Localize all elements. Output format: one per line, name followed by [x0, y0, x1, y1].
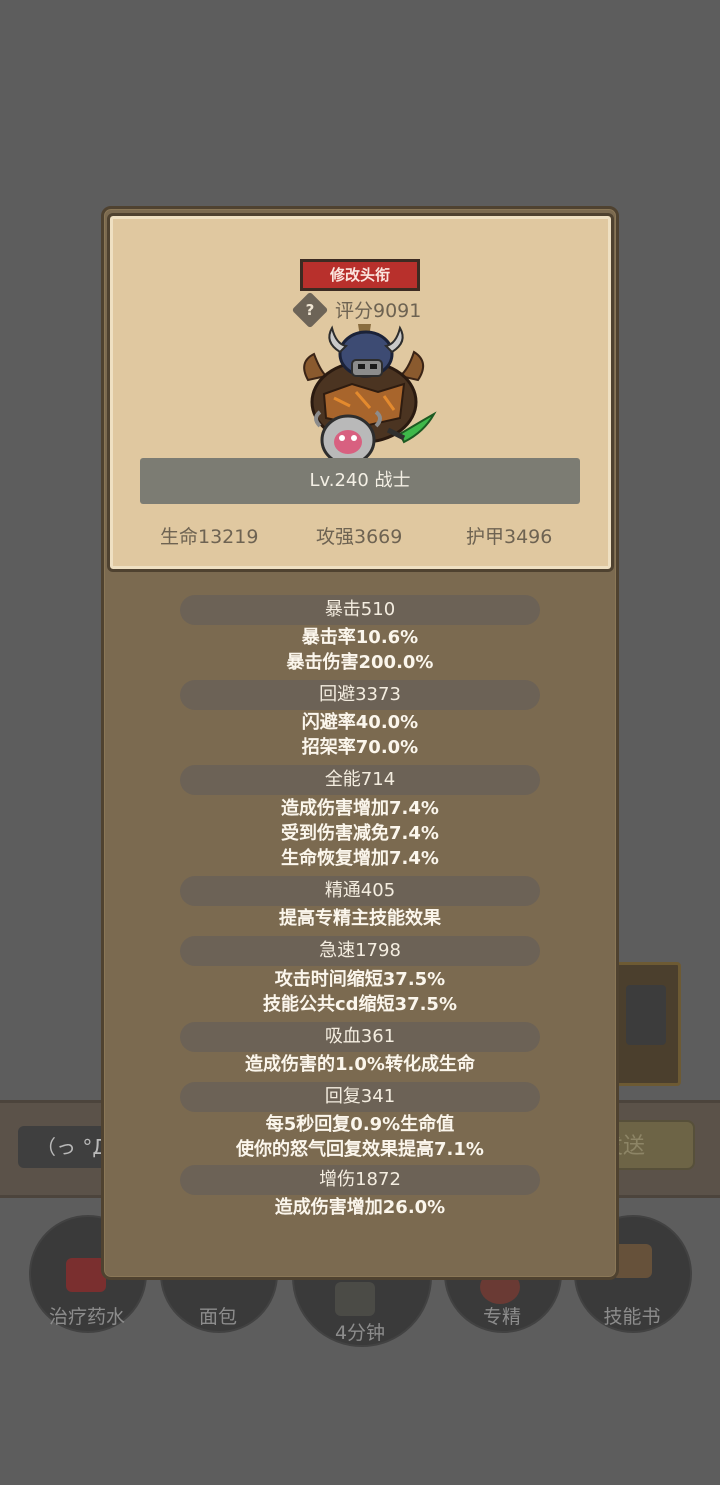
detail-line: 暴击率10.6%	[301, 627, 419, 648]
detail-line: 招架率70.0%	[301, 737, 419, 758]
section-avoidance: 回避3373	[180, 680, 540, 710]
detail-line: 技能公共cd缩短37.5%	[262, 994, 457, 1015]
stat-hp: 生命13219	[160, 526, 259, 548]
potion-icon	[66, 1258, 106, 1292]
detail-line: 受到伤害减免7.4%	[281, 823, 439, 844]
rename-title-button[interactable]: 修改头衔	[300, 259, 420, 291]
section-crit: 暴击510	[180, 595, 540, 625]
detail-line: 闪避率40.0%	[301, 712, 419, 733]
detail-line: 暴击伤害200.0%	[286, 652, 434, 673]
section-lifesteal: 吸血361	[180, 1022, 540, 1052]
detail-line: 每5秒回复0.9%生命值	[265, 1114, 455, 1135]
detail-line: 提高专精主技能效果	[279, 908, 441, 929]
detail-line: 造成伤害的1.0%转化成生命	[245, 1054, 475, 1075]
section-haste: 急速1798	[180, 936, 540, 966]
level-class-banner: Lv.240 战士	[140, 458, 580, 504]
detail-line: 攻击时间缩短37.5%	[274, 969, 446, 990]
section-versatility: 全能714	[180, 765, 540, 795]
section-regen: 回复341	[180, 1082, 540, 1112]
warrior-character-sprite	[303, 324, 437, 472]
detail-line: 造成伤害增加26.0%	[274, 1197, 446, 1218]
section-mastery: 精通405	[180, 876, 540, 906]
skill-label-bread: 面包	[198, 1306, 237, 1328]
chest-icon	[335, 1282, 375, 1316]
section-damage-increase: 增伤1872	[180, 1165, 540, 1195]
detail-line: 造成伤害增加7.4%	[281, 798, 439, 819]
skill-label-timer: 4分钟	[334, 1322, 386, 1344]
detail-line: 生命恢复增加7.4%	[281, 848, 439, 869]
stat-attack-power: 攻强3669	[316, 526, 403, 548]
score-label: 评分9091	[335, 300, 422, 322]
stat-armor: 护甲3496	[466, 526, 553, 548]
detail-line: 使你的怒气回复效果提高7.1%	[236, 1139, 484, 1160]
character-portrait-frame[interactable]	[615, 962, 681, 1086]
skill-label-skillbook: 技能书	[603, 1306, 661, 1328]
help-icon-glyph: ?	[305, 301, 315, 319]
